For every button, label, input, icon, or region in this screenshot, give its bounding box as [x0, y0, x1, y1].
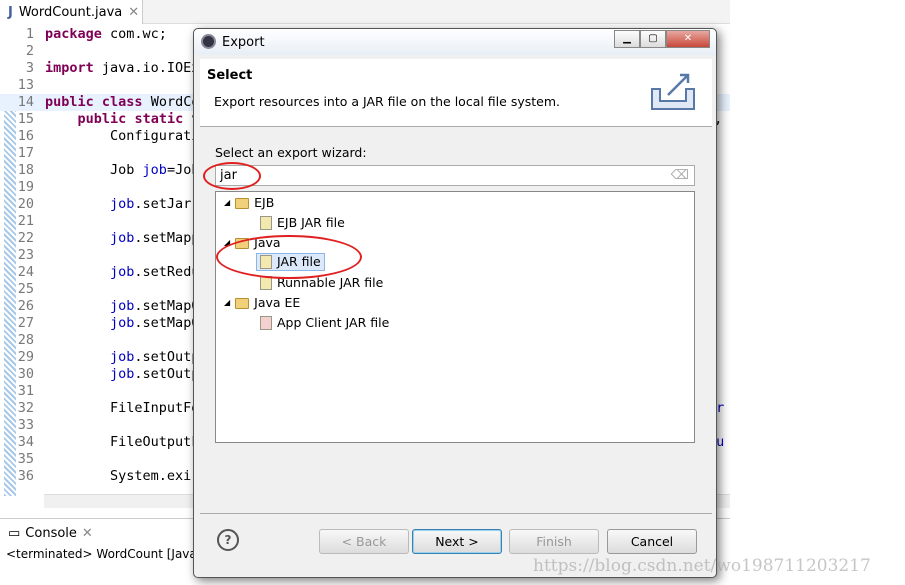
line-number: 17: [17, 145, 34, 161]
node-label: EJB: [254, 195, 275, 210]
folder-icon: [235, 297, 250, 309]
line-number: 20: [17, 196, 34, 212]
line-number: 15: [17, 111, 34, 127]
line-number: 33: [17, 417, 34, 433]
code-text: Configurati: [45, 128, 200, 144]
close-button[interactable]: ✕: [666, 30, 710, 48]
tree-node-java-ee[interactable]: ◢ Java EE: [224, 294, 300, 312]
export-dialog: Export ▁ ▢ ✕ Select Export resources int…: [193, 28, 717, 578]
code-text: import java.io.IOEx: [45, 60, 200, 76]
code-text: Job job=Job: [45, 162, 200, 178]
cancel-button[interactable]: Cancel: [607, 529, 697, 554]
console-tab[interactable]: ▭ Console ✕: [0, 521, 93, 545]
line-number: 31: [17, 383, 34, 399]
node-label: EJB JAR file: [277, 215, 345, 230]
tree-node-app-client-jar[interactable]: App Client JAR file: [260, 314, 389, 332]
line-number: 28: [17, 332, 34, 348]
folder-icon: [235, 197, 250, 209]
code-text: job.setMapp: [110, 230, 200, 246]
java-file-icon: J: [8, 4, 13, 20]
tree-node-ejb-jar[interactable]: EJB JAR file: [260, 214, 345, 232]
annotation-circle: [216, 235, 362, 279]
code-text: job.setJar: [110, 196, 192, 212]
code-text: job.setMapO: [110, 298, 200, 314]
next-button[interactable]: Next >: [412, 529, 502, 554]
code-text: System.exi: [45, 468, 192, 484]
back-button[interactable]: < Back: [319, 529, 409, 554]
line-number: 34: [17, 434, 34, 450]
minimize-button[interactable]: ▁: [614, 30, 640, 48]
console-icon: ▭: [8, 525, 21, 541]
help-button[interactable]: ?: [217, 529, 239, 551]
clear-icon[interactable]: ⌫: [671, 166, 689, 185]
code-text: FileInputFo: [45, 400, 200, 416]
line-number: 36: [17, 468, 34, 484]
tree-node-ejb[interactable]: ◢ EJB: [224, 194, 274, 212]
line-number: 32: [17, 400, 34, 416]
code-text: public static v: [77, 111, 200, 127]
section-description: Export resources into a JAR file on the …: [214, 94, 560, 109]
close-icon[interactable]: ✕: [82, 526, 93, 541]
code-text: public class WordCo: [45, 94, 200, 110]
line-number: 24: [17, 264, 34, 280]
export-icon: [651, 73, 695, 110]
line-number: 2: [25, 43, 34, 59]
line-number: 1: [25, 26, 34, 42]
line-number: 19: [17, 179, 34, 195]
line-number: 30: [17, 366, 34, 382]
code-text: package com.wc;: [45, 26, 167, 42]
line-number: 14: [17, 94, 34, 110]
console-tab-label: Console: [25, 525, 77, 541]
section-title: Select: [207, 68, 253, 83]
code-text: job.setRedu: [110, 264, 200, 280]
code-text: job.setOutp: [110, 366, 200, 382]
maximize-button[interactable]: ▢: [640, 30, 666, 48]
finish-button[interactable]: Finish: [509, 529, 599, 554]
line-number: 29: [17, 349, 34, 365]
editor-tab-bar: J WordCount.java ✕: [0, 0, 730, 24]
wizard-tree[interactable]: ◢ EJB EJB JAR file ◢ Java JAR file Runnabl…: [215, 191, 695, 443]
tab-label: WordCount.java: [18, 4, 123, 20]
wizard-label: Select an export wizard:: [215, 145, 367, 160]
line-number: 16: [17, 128, 34, 144]
console-status: <terminated> WordCount [Java: [6, 547, 197, 561]
close-icon[interactable]: ✕: [128, 5, 139, 20]
line-number: 23: [17, 247, 34, 263]
line-number: 18: [17, 162, 34, 178]
dialog-titlebar[interactable]: Export ▁ ▢ ✕: [194, 29, 716, 55]
app-client-icon: [260, 316, 272, 330]
wizard-banner: Select Export resources into a JAR file …: [200, 59, 712, 127]
jar-icon: [260, 216, 272, 230]
line-number: 22: [17, 230, 34, 246]
filter-input[interactable]: jar ⌫: [215, 165, 695, 186]
node-label: Java EE: [254, 295, 301, 310]
line-number: 25: [17, 281, 34, 297]
separator: [200, 513, 712, 514]
editor-tab[interactable]: J WordCount.java ✕: [0, 0, 143, 24]
dialog-title: Export: [222, 34, 265, 50]
line-number: 27: [17, 315, 34, 331]
line-number: 21: [17, 213, 34, 229]
code-text: FileOutputF: [45, 434, 200, 450]
annotation-circle: [203, 162, 261, 190]
line-number: 13: [17, 77, 34, 93]
code-text: job.setMapO: [110, 315, 200, 331]
expand-arrow-icon: ◢: [224, 198, 231, 207]
eclipse-icon: [201, 34, 216, 49]
node-label: App Client JAR file: [277, 315, 390, 330]
expand-arrow-icon: ◢: [224, 298, 231, 307]
line-number: 26: [17, 298, 34, 314]
line-number: 3: [25, 60, 34, 76]
line-number: 35: [17, 451, 34, 467]
code-text: job.setOutp: [110, 349, 200, 365]
watermark: https://blog.csdn.net/wo198711203217: [533, 556, 871, 576]
